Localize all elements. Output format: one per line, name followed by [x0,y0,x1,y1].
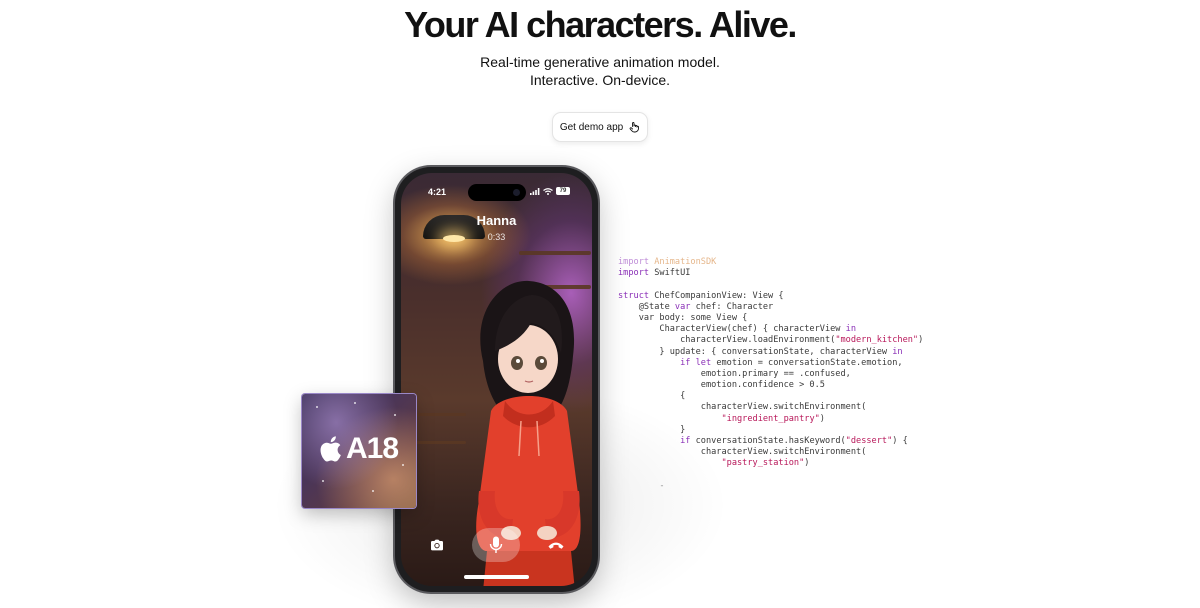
code-line: } update: { conversationState, character… [618,347,958,358]
home-indicator [464,575,529,579]
code-token: } update: { conversationState, character… [618,346,893,357]
code-token: conversationState.hasKeyword( [695,436,846,446]
code-line: struct ChefCompanionView: View { [618,291,958,302]
microphone-button[interactable] [472,528,520,562]
code-token: } [618,424,686,435]
code-token: @State [618,301,675,312]
battery-level: 79 [559,188,567,194]
landing-page: Your AI characters. Alive. Real-time gen… [0,0,1200,608]
code-line: if conversationState.hasKeyword("dessert… [618,436,958,447]
code-token: emotion.confidence > 0.5 [618,380,825,391]
code-line: CharacterView(chef) { characterView in [618,324,958,335]
code-token: ) [819,413,825,424]
code-snippet: import AnimationSDK import SwiftUI struct … [618,257,958,492]
code-token: "dessert" [845,436,893,446]
code-line: characterView.loadEnvironment("modern_ki… [618,335,958,346]
shelf [411,441,466,444]
code-token: if [680,436,696,446]
code-token: { [618,391,686,402]
code-token: characterView.loadEnvironment( [618,335,836,346]
battery-icon: 79 [556,187,570,195]
code-token: CharacterView(chef) { characterView [618,324,846,335]
apple-logo-icon [320,436,341,462]
code-token: - [618,480,665,491]
code-line: characterView.switchEnvironment( [618,447,958,458]
hero-subtitle-line-1: Real-time generative animation model. [480,54,720,70]
code-token: import [618,257,655,267]
code-line: emotion.primary == .confused, [618,369,958,380]
code-token: ChefCompanionView: View { [654,290,784,301]
dynamic-island [468,184,526,201]
hero-title: Your AI characters. Alive. [404,4,797,45]
code-token: ) { [892,436,908,446]
shelf [411,413,466,416]
code-line: "pastry_station") [618,458,958,469]
caller-name: Hanna [476,213,517,228]
code-token: characterView.switchEnvironment( [618,402,867,413]
phone-mockup: 4:21 79 Hanna 0:33 [395,167,598,592]
call-controls [401,528,592,562]
code-token: import [618,268,655,279]
camera-icon[interactable] [429,537,445,553]
status-bar-time: 4:21 [428,187,447,197]
code-token: ) [918,335,924,346]
microphone-icon [489,536,503,553]
code-token: in [845,324,857,335]
code-token: characterView.switchEnvironment( [618,447,867,458]
status-bar-icons: 79 [530,187,570,195]
code-token: if let [680,357,717,368]
code-token: AnimationSDK [654,257,717,267]
end-call-icon[interactable] [547,537,565,553]
chip-name: A18 [345,432,399,465]
code-token: "ingredient_pantry" [721,413,820,424]
code-line: import AnimationSDK [618,257,958,268]
code-token: ) [804,458,810,469]
chip-label: A18 [302,432,416,466]
code-line: if let emotion = conversationState.emoti… [618,358,958,369]
code-line: characterView.switchEnvironment( [618,402,958,413]
code-line: import SwiftUI [618,268,958,279]
code-line: } [618,425,958,436]
hero-subtitle: Real-time generative animation model. In… [0,53,1200,89]
code-line: emotion.confidence > 0.5 [618,380,958,391]
hero-subtitle-line-2: Interactive. On-device. [529,72,671,88]
pointing-hand-icon [629,122,640,133]
code-token: struct [618,290,655,301]
code-token: emotion = conversationState.emotion, [716,357,903,368]
code-token: var [674,301,696,312]
wifi-icon [543,187,553,195]
signal-icon [530,187,540,195]
code-token: chef: Character [695,301,774,312]
get-demo-app-button[interactable]: Get demo app [552,112,648,142]
a18-chip-badge: A18 [302,394,416,508]
code-line: { [618,391,958,402]
code-token: "pastry_station" [721,458,805,469]
code-token: emotion.primary == .confused, [618,368,851,379]
code-line: "ingredient_pantry") [618,414,958,425]
code-token: "modern_kitchen" [835,335,919,346]
code-line: var body: some View { [618,313,958,324]
call-duration: 0:33 [487,232,506,242]
code-line: - [618,481,958,492]
code-line: @State var chef: Character [618,302,958,313]
get-demo-app-label: Get demo app [559,121,624,133]
code-token: SwiftUI [654,268,691,279]
code-token: in [892,346,903,357]
phone-screen: 4:21 79 Hanna 0:33 [401,173,592,586]
code-token: var body: some View { [618,312,748,323]
